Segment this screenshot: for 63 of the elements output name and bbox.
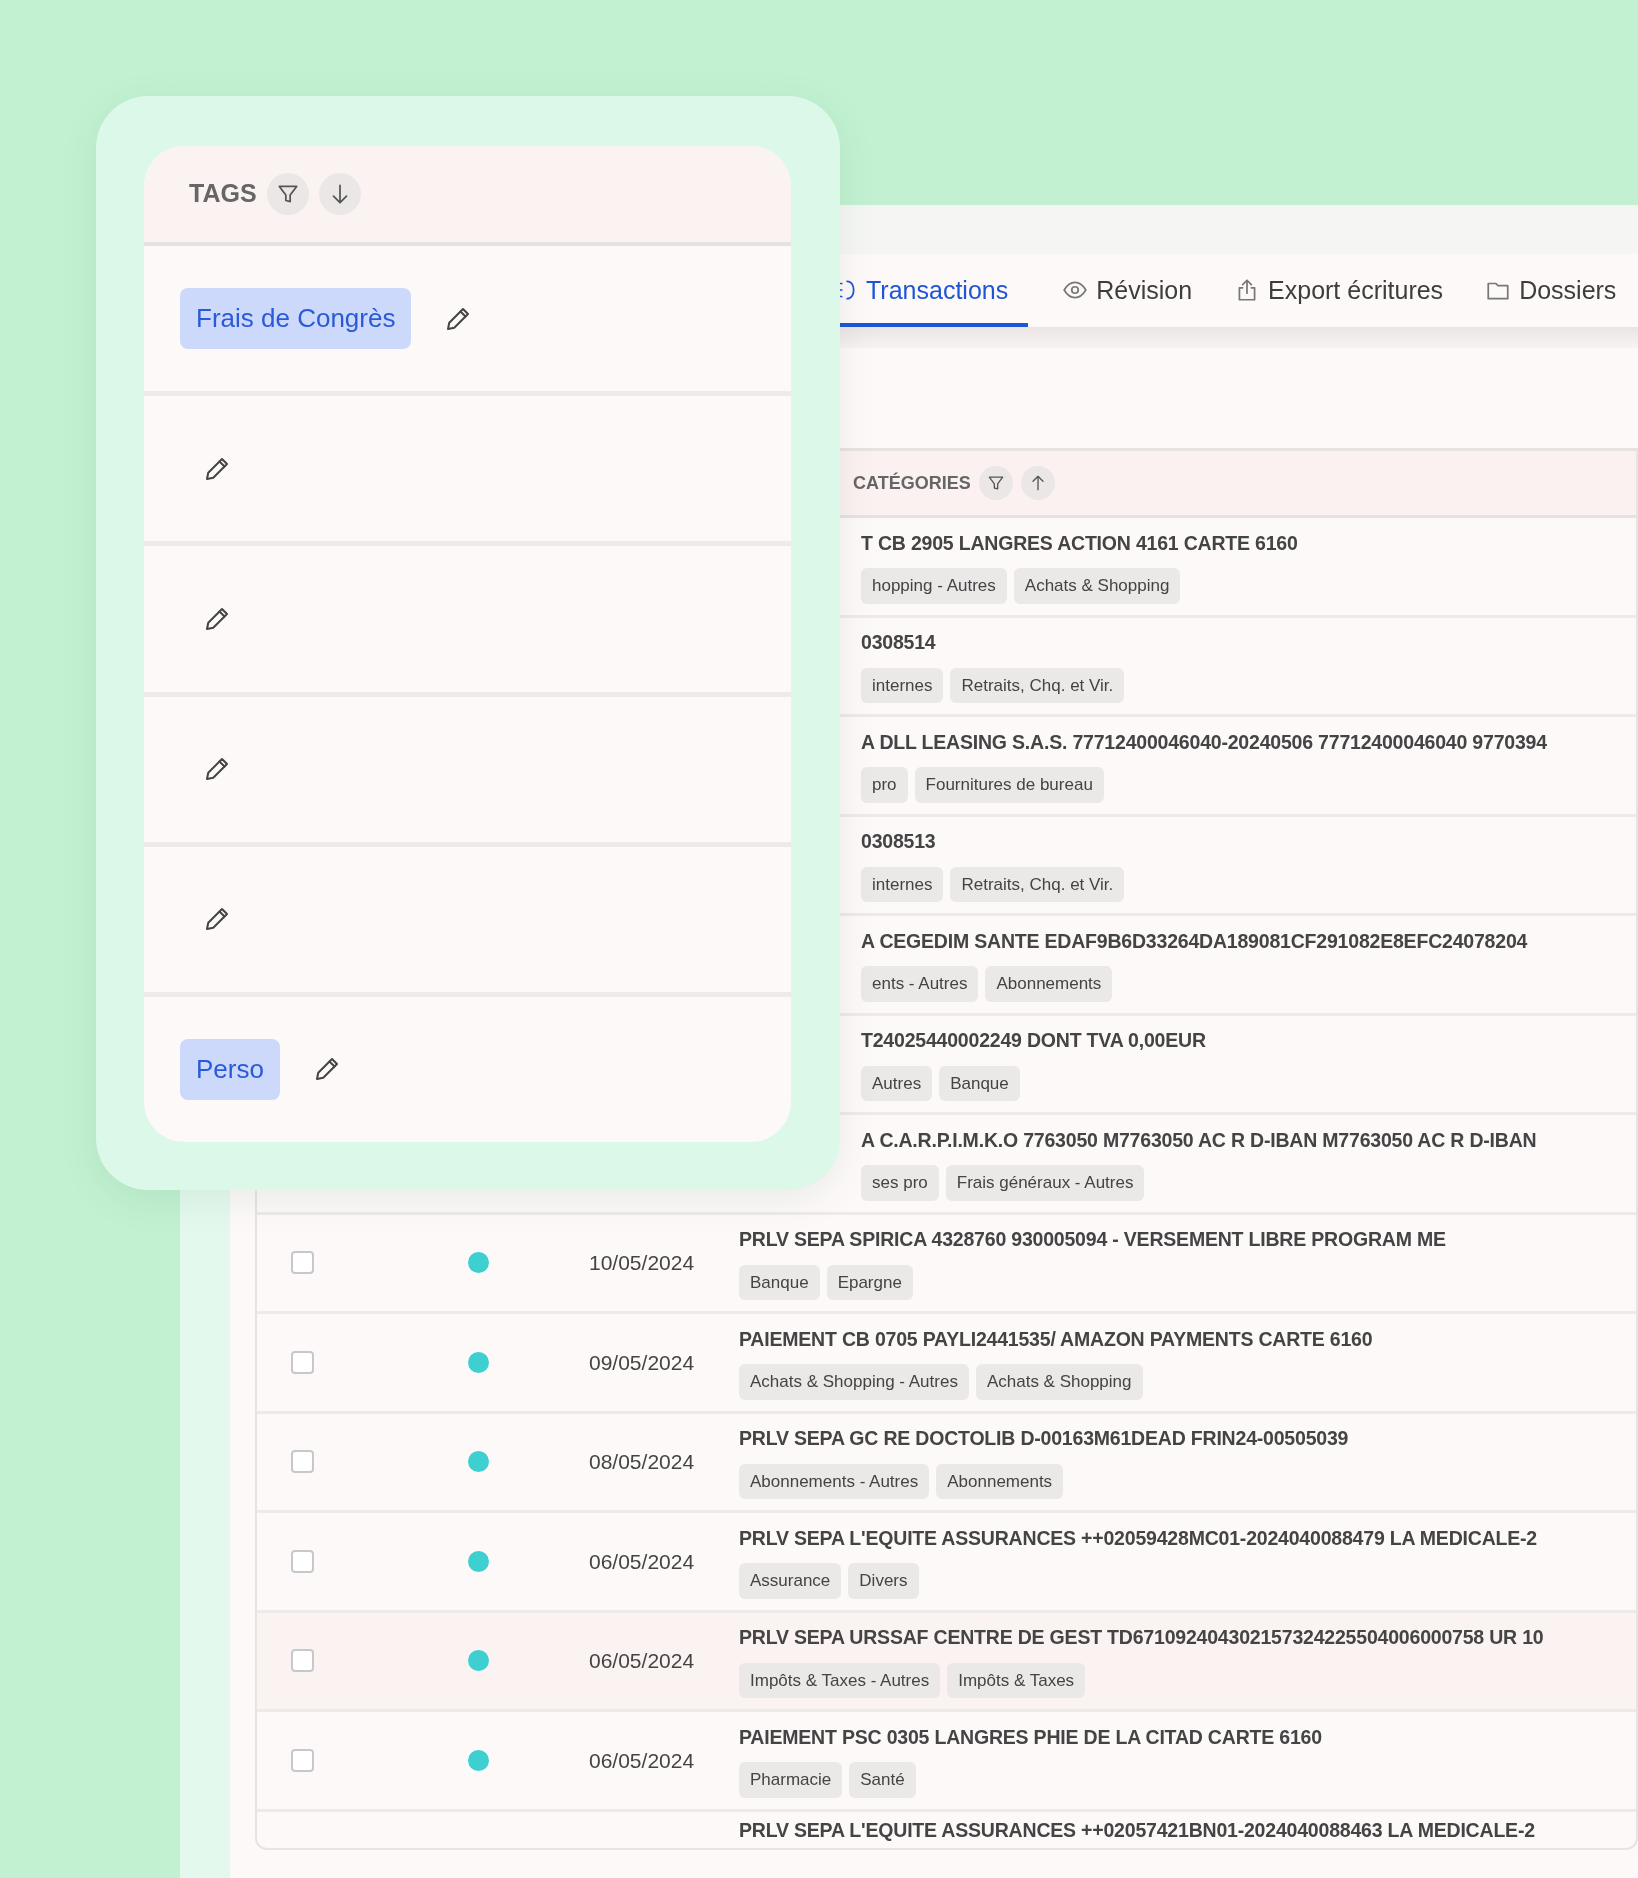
date-text: 06/05/2024 xyxy=(589,1548,696,1575)
category-tag: Fournitures de bureau xyxy=(914,767,1104,803)
transaction-title: PRLV SEPA L'EQUITE ASSURANCES ++02059428MC01-2024040088479 LA MEDICALE-2 xyxy=(739,1525,1538,1551)
nav-tab[interactable]: Révision xyxy=(1062,271,1201,327)
category-tag: Achats & Shopping - Autres xyxy=(739,1364,969,1400)
category-tag: hopping - Autres xyxy=(861,568,1007,604)
category-tag: Banque xyxy=(939,1065,1020,1102)
transaction-title: PAIEMENT CB 0705 PAYLI2441535/ AMAZON PAYMENTS CARTE 6160 xyxy=(739,1326,1374,1352)
category-tag: Abonnements xyxy=(985,966,1113,1002)
category-tag: Epargne xyxy=(826,1264,913,1301)
transaction-title: PAIEMENT PSC 0305 LANGRES PHIE DE LA CITAD CARTE 6160 xyxy=(739,1724,1323,1750)
category-tag: Assurance xyxy=(739,1563,842,1599)
nav-tab[interactable]: Dossiers xyxy=(1485,271,1625,327)
transaction-title: A C.A.R.P.I.M.K.O 7763050 M7763050 AC R D-IBAN M7763050 AC R D-IBAN xyxy=(861,1127,1538,1153)
transaction-title: A CEGEDIM SANTE EDAF9B6D33264DA189081CF291082E8EFC24078204 xyxy=(861,928,1529,954)
filter-icon[interactable] xyxy=(978,466,1013,500)
category-tag: ses pro xyxy=(861,1165,939,1201)
category-tag: Achats & Shopping xyxy=(1013,568,1181,604)
column-header: CATÉGORIES xyxy=(853,471,971,495)
tag-label: Perso xyxy=(180,1038,280,1100)
transaction-title: T24025440002249 DONT TVA 0,00EUR xyxy=(861,1028,1207,1054)
category-tag: internes xyxy=(861,866,944,903)
category-tag: Impôts & Taxes - Autres xyxy=(739,1662,941,1699)
date-text: 06/05/2024 xyxy=(589,1648,696,1674)
transaction-title: PRLV SEPA SPIRICA 4328760 930005094 - VERSEMENT LIBRE PROGRAM ME xyxy=(739,1227,1447,1253)
category-tag: pro xyxy=(861,767,908,803)
category-tag: Banque xyxy=(739,1264,820,1301)
column-header: TAGS xyxy=(189,178,257,210)
category-tag: Abonnements xyxy=(936,1463,1064,1500)
category-tag: Achats & Shopping xyxy=(975,1364,1143,1400)
transaction-title: A DLL LEASING S.A.S. 77712400046040-20240506 77712400046040 9770394 xyxy=(861,729,1548,755)
row-checkbox[interactable] xyxy=(291,1549,314,1573)
category-tag: Frais généraux - Autres xyxy=(945,1165,1145,1201)
sort-up-icon[interactable] xyxy=(1020,466,1055,500)
transaction-title: T CB 2905 LANGRES ACTION 4161 CARTE 6160 xyxy=(861,530,1299,556)
category-tag: Divers xyxy=(848,1563,919,1599)
date-text: 06/05/2024 xyxy=(589,1747,696,1774)
transaction-title: 0308514 xyxy=(861,630,937,656)
category-tag: Retraits, Chq. et Vir. xyxy=(950,866,1125,903)
row-checkbox[interactable] xyxy=(291,1350,314,1374)
category-tag: ents - Autres xyxy=(861,966,979,1002)
transaction-title: PRLV SEPA URSSAF CENTRE DE GEST TD671092404302157324225504006000758 UR 10 xyxy=(739,1625,1545,1651)
row-checkbox[interactable] xyxy=(291,1748,314,1772)
category-tag: Pharmacie xyxy=(739,1762,843,1798)
row-checkbox[interactable] xyxy=(291,1649,314,1673)
date-text: 08/05/2024 xyxy=(589,1449,696,1475)
transaction-title: PRLV SEPA L'EQUITE ASSURANCES ++02057421BN01-2024040088463 LA MEDICALE-2 xyxy=(739,1817,1536,1843)
nav-tab[interactable]: Export écritures xyxy=(1234,271,1452,327)
row-checkbox[interactable] xyxy=(291,1251,314,1275)
category-tag: Retraits, Chq. et Vir. xyxy=(950,667,1125,704)
date-text: 09/05/2024 xyxy=(589,1349,696,1376)
sort-down-icon[interactable] xyxy=(318,173,361,215)
category-tag: internes xyxy=(861,667,944,704)
date-text: 10/05/2024 xyxy=(589,1250,696,1276)
filter-icon[interactable] xyxy=(266,173,309,215)
tag-label: Frais de Congrès xyxy=(180,288,412,350)
category-tag: Abonnements - Autres xyxy=(739,1463,930,1500)
category-tag: Impôts & Taxes xyxy=(947,1662,1086,1699)
transaction-title: PRLV SEPA GC RE DOCTOLIB D-00163M61DEAD FRIN24-00505039 xyxy=(739,1426,1350,1452)
category-tag: Santé xyxy=(849,1762,916,1798)
row-checkbox[interactable] xyxy=(291,1450,314,1474)
category-tag: Autres xyxy=(861,1065,933,1102)
transaction-title: 0308513 xyxy=(861,829,937,855)
